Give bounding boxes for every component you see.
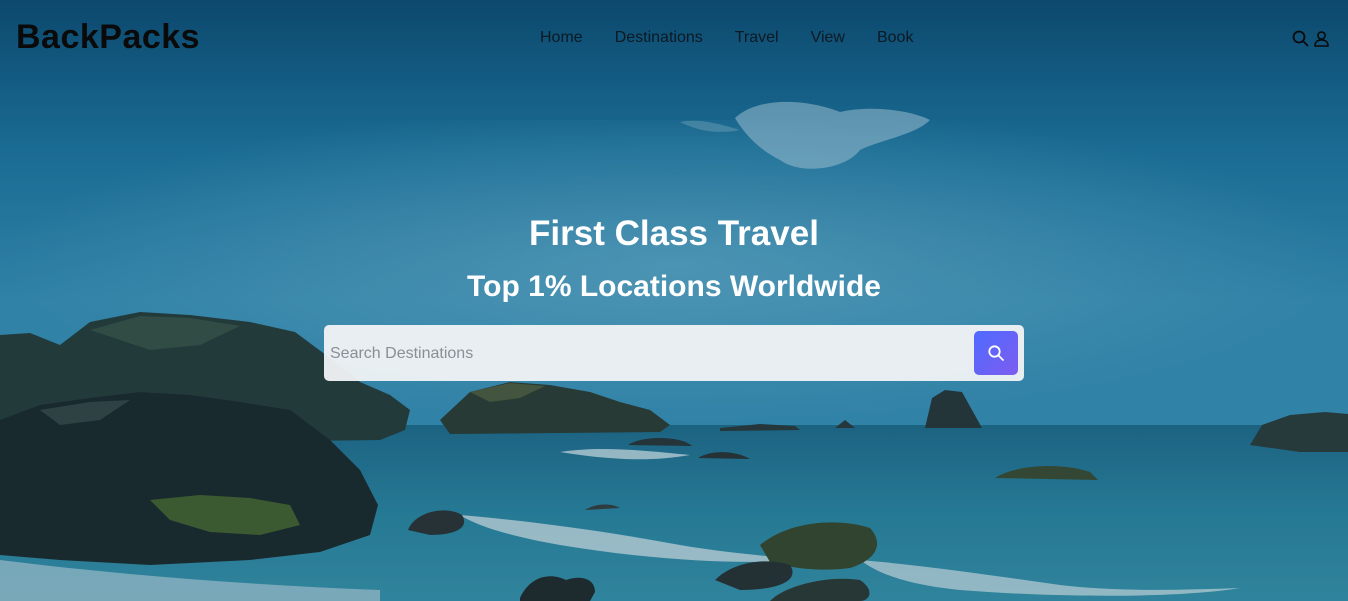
nav-link-home[interactable]: Home [540, 29, 583, 47]
navbar: BackPacks Home Destinations Travel View … [0, 0, 1348, 78]
brand-logo[interactable]: BackPacks [16, 18, 200, 57]
search-button[interactable] [974, 331, 1018, 375]
main-nav: Home Destinations Travel View Book [540, 29, 945, 47]
nav-link-view[interactable]: View [811, 29, 845, 47]
search-icon [988, 345, 1004, 361]
hero-section: BackPacks Home Destinations Travel View … [0, 0, 1348, 601]
nav-link-book[interactable]: Book [877, 29, 913, 47]
hero-subtitle: Top 1% Locations Worldwide [467, 270, 881, 303]
header-icons [1292, 30, 1330, 47]
nav-link-travel[interactable]: Travel [735, 29, 779, 47]
search-destinations-input[interactable] [328, 325, 972, 383]
user-icon[interactable] [1313, 30, 1330, 47]
nav-link-destinations[interactable]: Destinations [615, 29, 703, 47]
search-icon[interactable] [1292, 30, 1309, 47]
hero-title: First Class Travel [529, 214, 819, 253]
destination-search-bar [324, 325, 1024, 383]
